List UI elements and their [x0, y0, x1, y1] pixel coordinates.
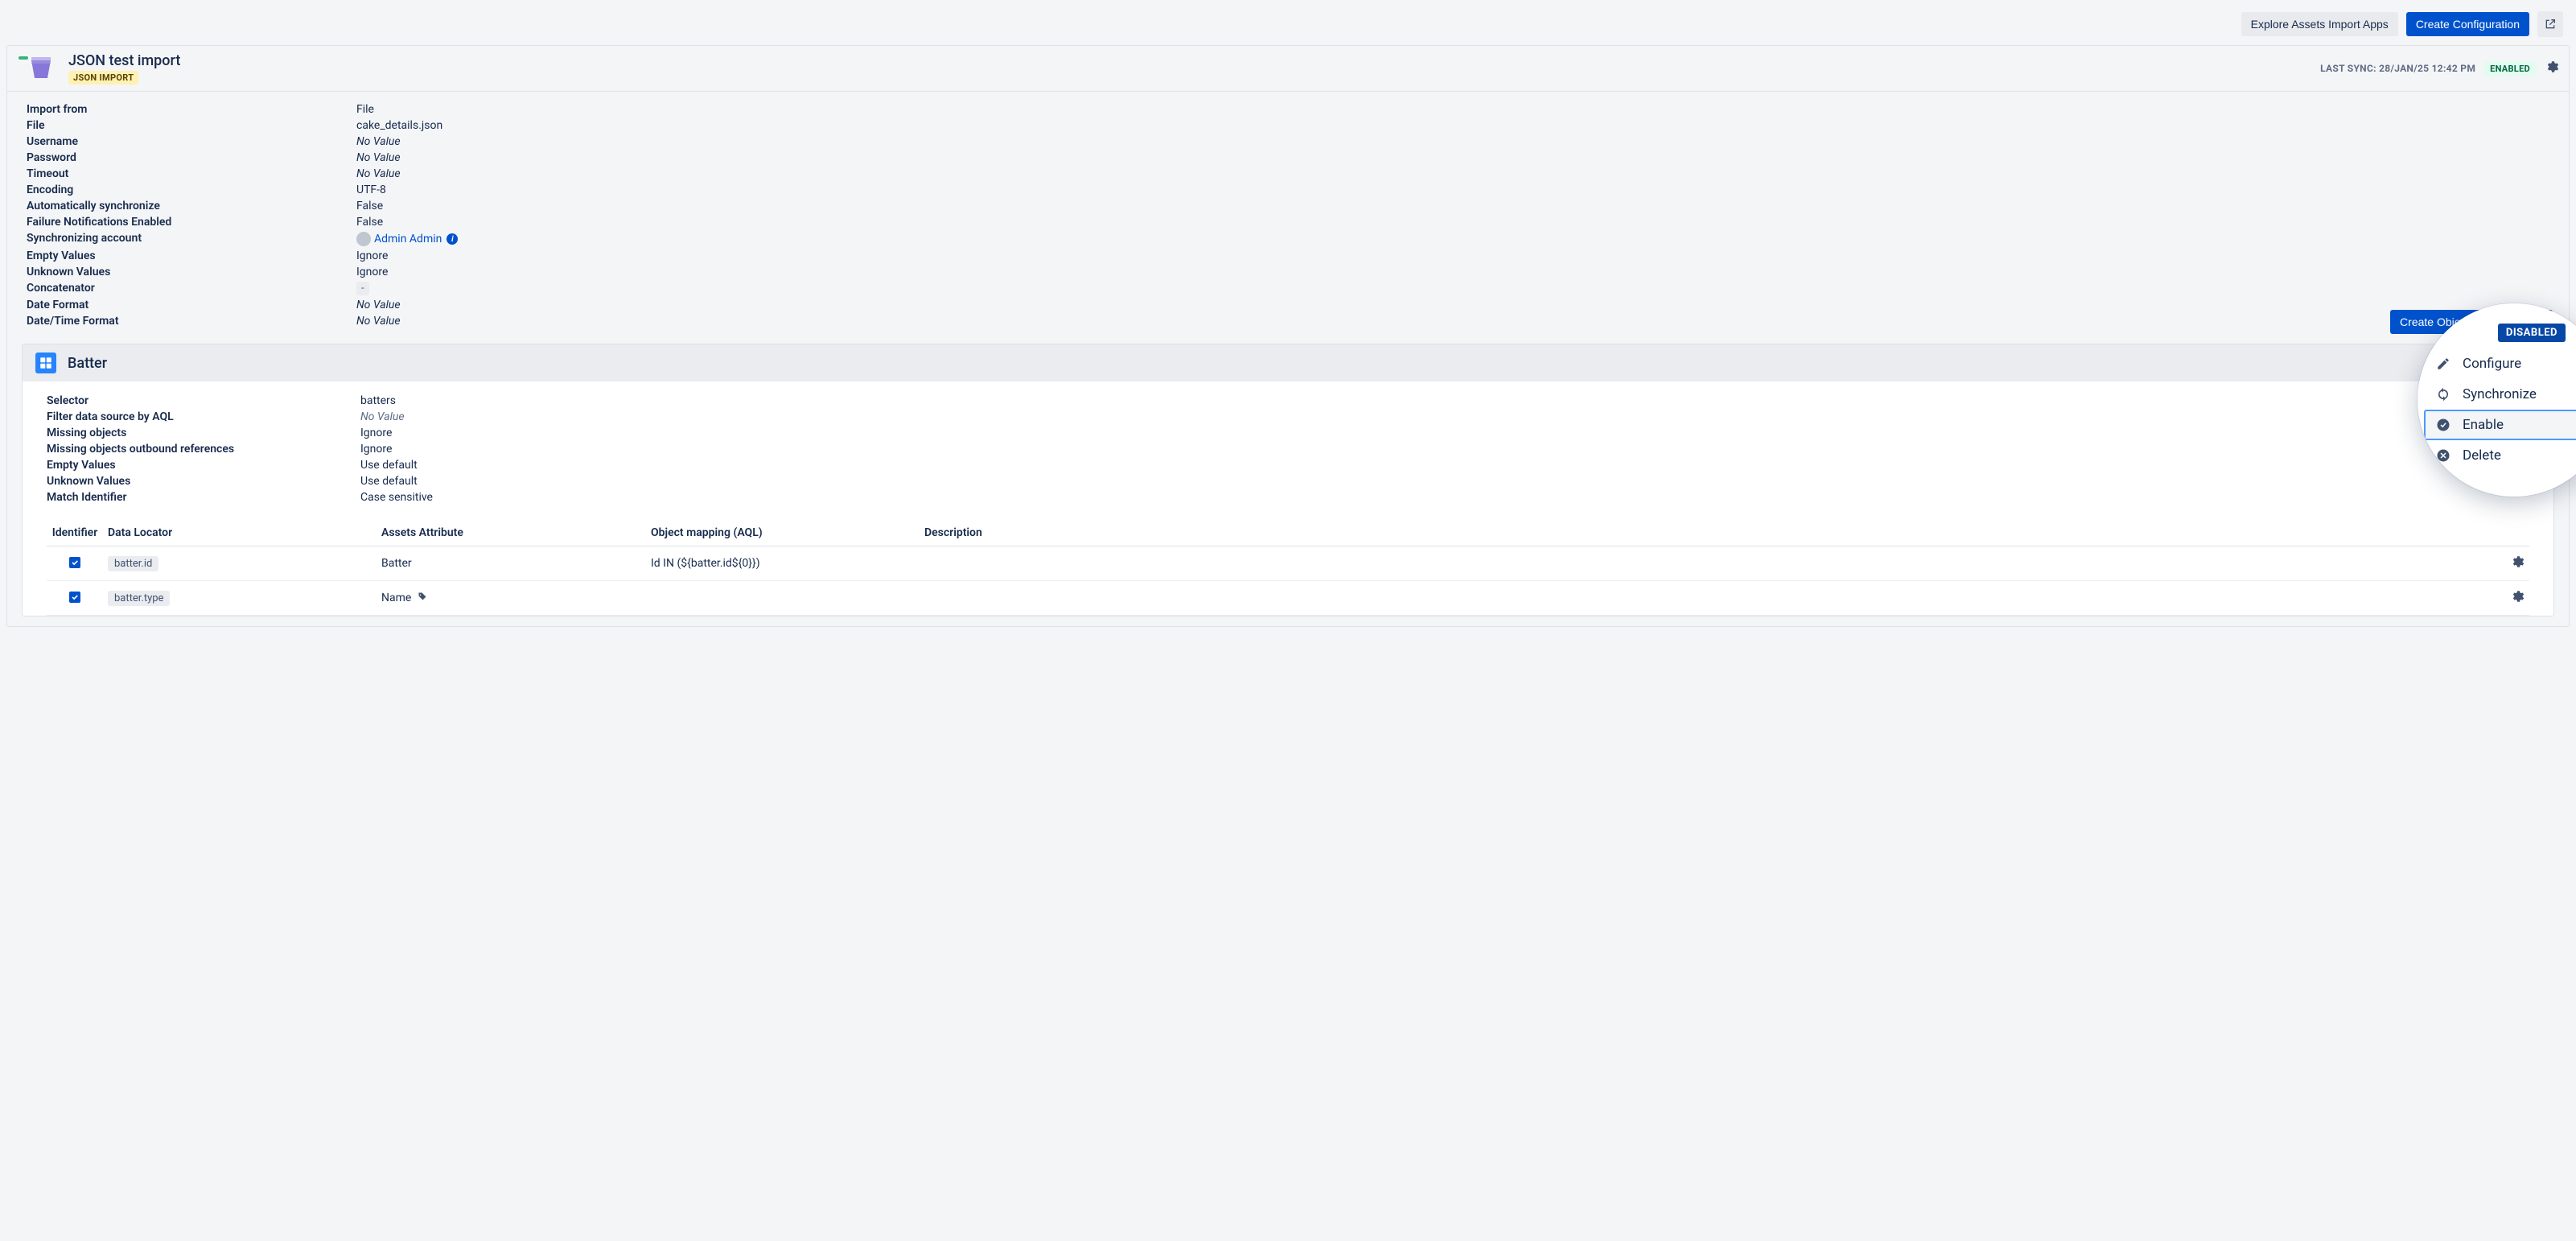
- ot-label: Missing objects outbound references: [47, 443, 360, 456]
- info-icon[interactable]: i: [446, 233, 458, 245]
- detail-value: File: [356, 103, 374, 116]
- ot-label: Match Identifier: [47, 491, 360, 504]
- detail-value: No Value: [356, 135, 401, 148]
- detail-label: Username: [27, 135, 356, 148]
- status-badge-disabled: DISABLED: [2498, 324, 2566, 342]
- ot-value: Use default: [360, 459, 418, 472]
- config-title: JSON test import: [68, 52, 180, 69]
- ot-value: Ignore: [360, 443, 392, 456]
- config-header: JSON test import JSON IMPORT LAST SYNC: …: [7, 46, 2569, 92]
- settings-dropdown-menu: Configure Synchronize Enable Delete: [2418, 348, 2576, 471]
- detail-label: Unknown Values: [27, 266, 356, 278]
- detail-value: False: [356, 200, 383, 212]
- detail-value: Ignore: [356, 249, 388, 262]
- object-mapping-cell: Id IN (${batter.id${0}}): [646, 546, 920, 581]
- table-row: batter.type Name: [47, 581, 2529, 616]
- row-settings-gear-icon[interactable]: [2510, 594, 2525, 607]
- detail-label: Date/Time Format: [27, 315, 356, 328]
- menu-item-delete[interactable]: Delete: [2424, 440, 2576, 471]
- ot-label: Empty Values: [47, 459, 360, 472]
- explore-apps-button[interactable]: Explore Assets Import Apps: [2241, 12, 2398, 36]
- config-details: Import fromFile Filecake_details.json Us…: [7, 92, 2569, 344]
- identifier-checkbox[interactable]: [69, 557, 80, 568]
- detail-value: cake_details.json: [356, 119, 442, 132]
- col-identifier: Identifier: [47, 520, 103, 546]
- detail-label: Failure Notifications Enabled: [27, 216, 356, 229]
- object-type-title: Batter: [68, 355, 107, 372]
- detail-label: Date Format: [27, 299, 356, 311]
- detail-value: Ignore: [356, 266, 388, 278]
- row-settings-gear-icon[interactable]: [2510, 559, 2525, 572]
- object-type-panel: Batter Selectorbatters Filter data sourc…: [22, 344, 2554, 616]
- assets-attribute-cell: Name: [377, 581, 646, 616]
- menu-item-label: Enable: [2463, 417, 2504, 433]
- label-tag-icon: [418, 592, 427, 601]
- table-row: batter.id Batter Id IN (${batter.id${0}}…: [47, 546, 2529, 581]
- detail-value: UTF-8: [356, 183, 386, 196]
- detail-label: Encoding: [27, 183, 356, 196]
- object-mapping-cell: [646, 581, 920, 616]
- ot-value: Case sensitive: [360, 491, 433, 504]
- last-sync-label: LAST SYNC: 28/JAN/25 12:42 PM: [2320, 63, 2475, 74]
- ot-label: Unknown Values: [47, 475, 360, 488]
- check-circle-icon: [2435, 417, 2451, 433]
- ot-label: Selector: [47, 394, 360, 407]
- detail-value: No Value: [356, 315, 401, 328]
- detail-value: No Value: [356, 167, 401, 180]
- col-assets-attribute: Assets Attribute: [377, 520, 646, 546]
- detail-value: No Value: [356, 299, 401, 311]
- menu-item-configure[interactable]: Configure: [2424, 348, 2576, 379]
- data-locator-chip: batter.type: [108, 591, 170, 606]
- import-config-panel: JSON test import JSON IMPORT LAST SYNC: …: [6, 45, 2570, 627]
- ot-value: Use default: [360, 475, 418, 488]
- menu-item-label: Delete: [2463, 447, 2501, 464]
- identifier-checkbox[interactable]: [69, 592, 80, 603]
- create-configuration-button[interactable]: Create Configuration: [2406, 12, 2529, 36]
- col-data-locator: Data Locator: [103, 520, 377, 546]
- config-settings-gear-icon[interactable]: [2545, 60, 2559, 77]
- ot-label: Missing objects: [47, 427, 360, 439]
- status-badge: ENABLED: [2483, 61, 2537, 76]
- detail-label: Import from: [27, 103, 356, 116]
- col-description: Description: [920, 520, 2481, 546]
- detail-label: Password: [27, 151, 356, 164]
- detail-label: Automatically synchronize: [27, 200, 356, 212]
- attribute-mapping-table: Identifier Data Locator Assets Attribute…: [47, 520, 2529, 616]
- ot-value: batters: [360, 394, 396, 407]
- detail-label: File: [27, 119, 356, 132]
- avatar: [356, 232, 371, 246]
- detail-label: Empty Values: [27, 249, 356, 262]
- sync-icon: [2435, 386, 2451, 402]
- menu-item-label: Configure: [2463, 356, 2521, 372]
- concatenator-value: -: [356, 282, 369, 295]
- detail-label: Concatenator: [27, 282, 356, 295]
- col-object-mapping: Object mapping (AQL): [646, 520, 920, 546]
- menu-item-synchronize[interactable]: Synchronize: [2424, 379, 2576, 410]
- menu-item-enable[interactable]: Enable: [2424, 410, 2576, 440]
- detail-label: Timeout: [27, 167, 356, 180]
- data-locator-chip: batter.id: [108, 556, 158, 571]
- import-type-icon: [17, 52, 56, 85]
- open-external-icon[interactable]: [2537, 11, 2563, 37]
- object-type-icon: [35, 353, 56, 373]
- sync-account-user-link[interactable]: Admin Admin: [374, 233, 442, 245]
- import-type-badge: JSON IMPORT: [68, 71, 138, 85]
- object-type-header: Batter: [23, 344, 2553, 381]
- detail-value: False: [356, 216, 383, 229]
- detail-label: Synchronizing account: [27, 232, 356, 246]
- topbar: Explore Assets Import Apps Create Config…: [3, 3, 2573, 45]
- pencil-icon: [2435, 356, 2451, 372]
- assets-attribute-cell: Batter: [377, 546, 646, 581]
- ot-value: Ignore: [360, 427, 392, 439]
- ot-value: No Value: [360, 410, 405, 423]
- ot-label: Filter data source by AQL: [47, 410, 360, 423]
- detail-value: No Value: [356, 151, 401, 164]
- menu-item-label: Synchronize: [2463, 386, 2537, 402]
